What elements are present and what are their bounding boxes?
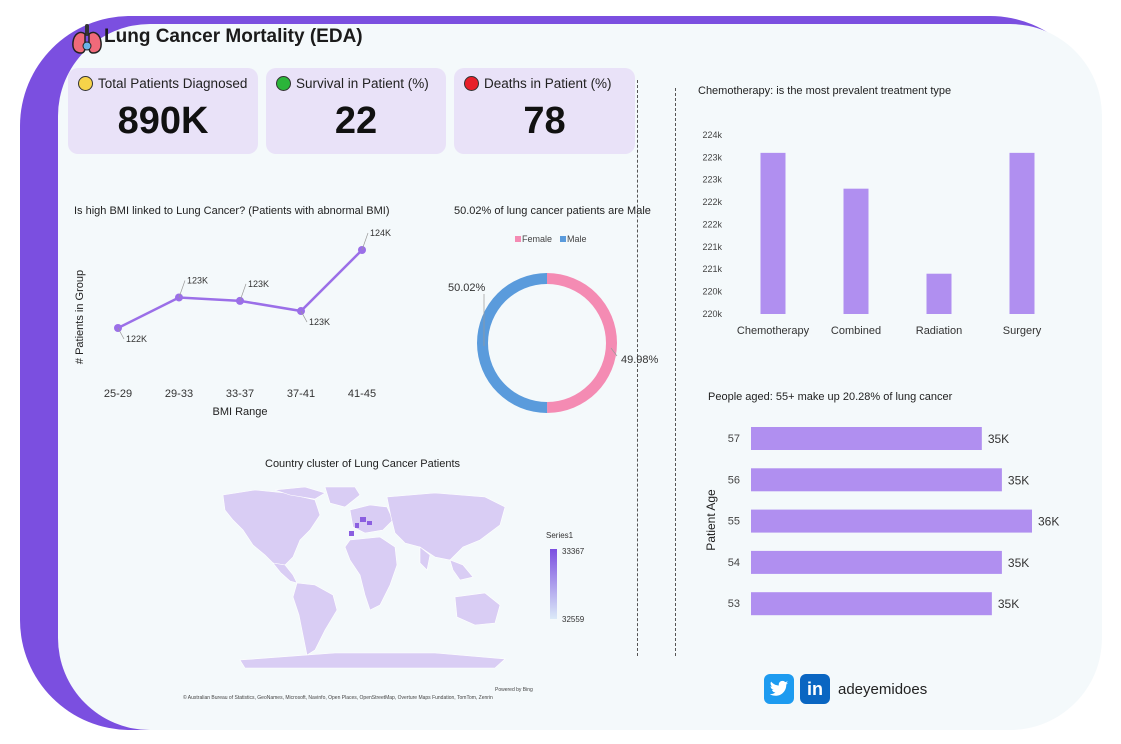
treatment-y-tick: 222k <box>702 219 722 229</box>
legend-female-swatch <box>515 236 521 242</box>
age-data-label: 35K <box>998 597 1019 611</box>
mask-face-icon <box>78 76 93 91</box>
age-y-tick: 57 <box>728 433 740 445</box>
treatment-bar <box>926 273 952 314</box>
age-data-label: 35K <box>1008 556 1029 570</box>
treatment-y-tick: 221k <box>702 242 722 252</box>
kpi-value: 22 <box>334 100 378 142</box>
gender-chart-title: 50.02% of lung cancer patients are Male <box>454 205 651 217</box>
age-bar <box>751 468 1002 492</box>
age-bar <box>751 550 1002 574</box>
map-legend-gradient <box>550 549 557 619</box>
bmi-x-tick: 33-37 <box>226 388 254 400</box>
treatment-bar <box>843 188 869 314</box>
treatment-x-tick: Surgery <box>1003 325 1042 337</box>
age-y-tick: 56 <box>728 474 740 486</box>
age-data-label: 35K <box>1008 473 1029 487</box>
world-map <box>222 486 506 669</box>
treatment-bar-chart: 220k 220k 221k 221k 222k 222k 223k 223k 224k Chem… <box>702 130 1042 337</box>
kpi-value: 890K <box>117 100 209 142</box>
bmi-chart-title: Is high BMI linked to Lung Cancer? (Pati… <box>74 205 390 217</box>
legend-male-label: Male <box>567 234 587 244</box>
treatment-bar <box>1009 152 1035 314</box>
donut-label-male: 50.02% <box>448 282 486 294</box>
treatment-y-tick: 224k <box>702 130 722 140</box>
bmi-point <box>175 293 183 302</box>
red-circle-icon <box>464 76 479 91</box>
treatment-y-tick: 222k <box>702 197 722 207</box>
lungs-icon <box>72 24 102 54</box>
social-links: in adeyemidoes <box>764 674 927 704</box>
age-bar-chart: Patient Age 57 35K 56 35K 55 36K 54 35K 53 35K <box>704 427 1059 616</box>
treatment-y-tick: 220k <box>702 309 722 319</box>
bmi-data-label: 123K <box>248 279 269 289</box>
bmi-x-axis-label: BMI Range <box>212 406 267 418</box>
green-circle-icon <box>276 76 291 91</box>
donut-label-female: 49.98% <box>621 354 659 366</box>
kpi-survival-card: Survival in Patient (%) 22 <box>266 68 446 154</box>
map-legend-title: Series1 <box>546 531 574 540</box>
age-bar <box>751 509 1032 533</box>
kpi-label: Deaths in Patient (%) <box>484 76 612 91</box>
section-divider <box>675 88 676 656</box>
bmi-line-chart: # Patients in Group BMI Range 122K 25-29 1… <box>74 228 391 418</box>
age-bar <box>751 427 982 450</box>
page-title: Lung Cancer Mortality (EDA) <box>104 26 363 47</box>
treatment-x-tick: Combined <box>831 325 881 337</box>
map-legend-min: 32559 <box>562 615 585 624</box>
twitter-icon[interactable] <box>764 674 794 704</box>
kpi-value: 78 <box>523 100 566 142</box>
age-data-label: 36K <box>1038 515 1059 529</box>
kpi-deaths-card: Deaths in Patient (%) 78 <box>454 68 635 154</box>
treatment-y-tick: 220k <box>702 287 722 297</box>
map-legend-max: 33367 <box>562 547 585 556</box>
treatment-y-tick: 223k <box>702 175 722 185</box>
age-y-axis-label: Patient Age <box>704 489 718 551</box>
age-bar <box>751 592 992 616</box>
bmi-x-tick: 25-29 <box>104 388 132 400</box>
gender-donut-chart: Female Male 49.98% 50.02% <box>448 234 659 413</box>
bmi-data-label: 122K <box>126 334 147 344</box>
treatment-chart-title: Chemotherapy: is the most prevalent trea… <box>698 85 952 97</box>
treatment-y-tick: 221k <box>702 264 722 274</box>
age-y-tick: 53 <box>728 598 740 610</box>
treatment-y-tick: 223k <box>702 152 722 162</box>
kpi-label: Total Patients Diagnosed <box>98 76 248 91</box>
bmi-x-tick: 37-41 <box>287 388 315 400</box>
kpi-total-patients-card: Total Patients Diagnosed 890K <box>68 68 258 154</box>
treatment-x-tick: Radiation <box>916 325 962 337</box>
map-chart-title: Country cluster of Lung Cancer Patients <box>265 458 461 470</box>
kpi-label: Survival in Patient (%) <box>296 76 429 91</box>
age-y-tick: 54 <box>728 557 740 569</box>
legend-female-label: Female <box>522 234 552 244</box>
treatment-x-tick: Chemotherapy <box>737 325 810 337</box>
donut-slice-male <box>477 273 548 413</box>
map-credits: © Australian Bureau of Statistics, GeoNa… <box>183 695 493 701</box>
bmi-data-label: 123K <box>309 317 330 327</box>
bmi-x-tick: 29-33 <box>165 388 193 400</box>
social-handle[interactable]: adeyemidoes <box>838 681 927 698</box>
donut-slice-female <box>547 273 618 413</box>
linkedin-icon[interactable]: in <box>800 674 830 704</box>
bmi-data-label: 124K <box>370 228 391 238</box>
bmi-y-axis-label: # Patients in Group <box>74 270 86 364</box>
legend-male-swatch <box>560 236 566 242</box>
map-powered-by: Powered by Bing <box>495 687 533 693</box>
map-legend: Series1 33367 32559 <box>546 531 585 624</box>
age-y-tick: 55 <box>728 516 740 528</box>
age-data-label: 35K <box>988 432 1009 446</box>
treatment-bar <box>760 152 786 314</box>
bmi-data-label: 123K <box>187 275 208 285</box>
age-chart-title: People aged: 55+ make up 20.28% of lung … <box>708 391 953 403</box>
bmi-x-tick: 41-45 <box>348 388 376 400</box>
